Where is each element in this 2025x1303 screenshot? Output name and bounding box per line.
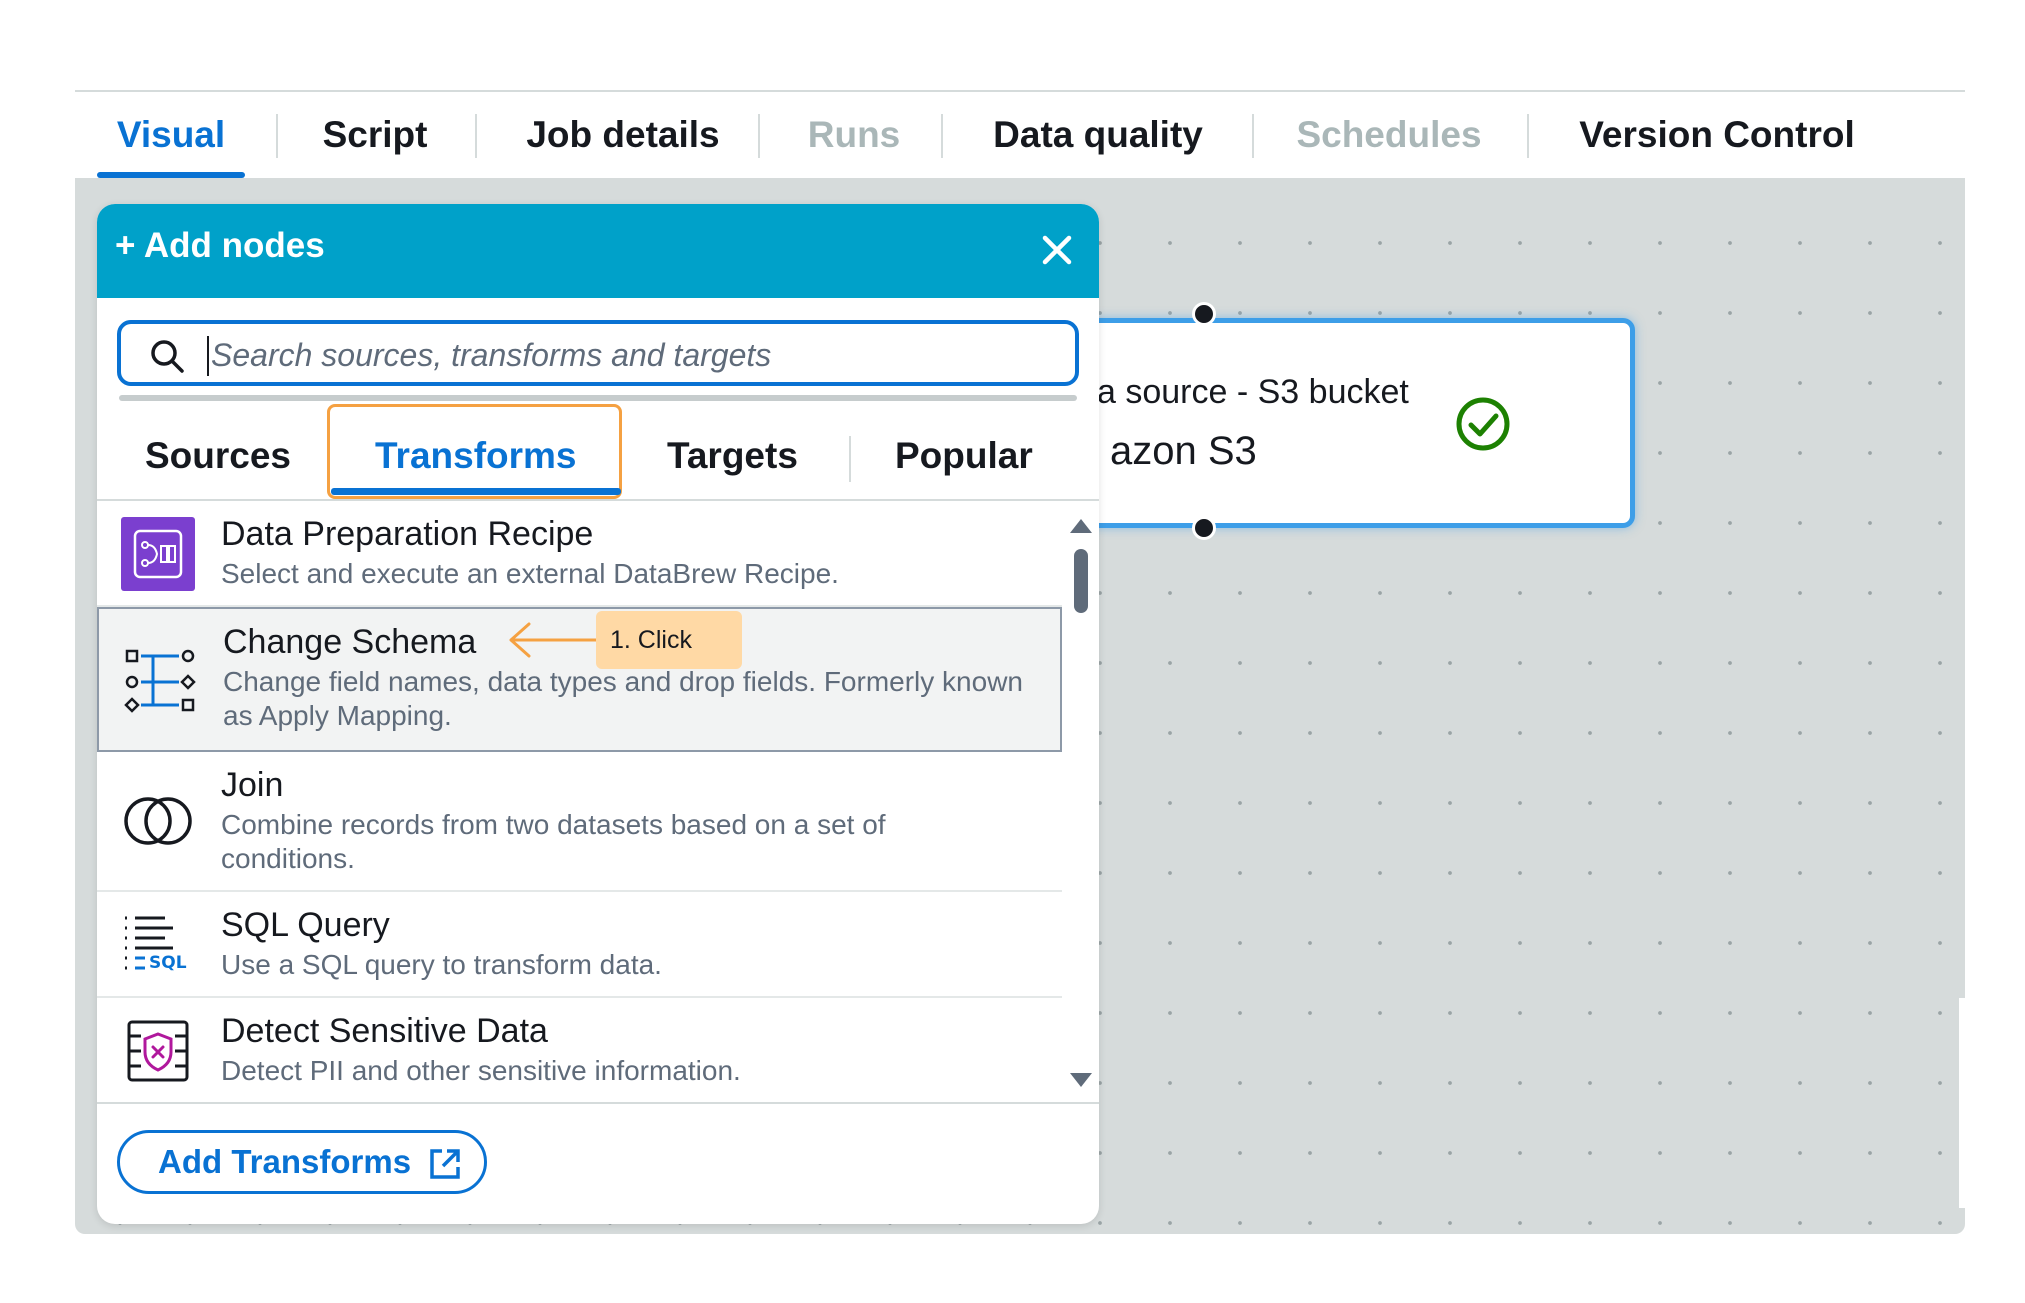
join-icon — [124, 797, 192, 845]
active-tab-indicator — [331, 488, 621, 495]
annotation-arrow-icon — [509, 622, 602, 658]
external-link-icon — [430, 1149, 460, 1179]
item-description: Detect PII and other sensitive informati… — [221, 1055, 741, 1086]
databrew-recipe-icon — [121, 517, 195, 591]
list-item[interactable]: Join Combine records from two datasets b… — [97, 752, 1062, 892]
tab-runs: Runs — [807, 114, 901, 155]
item-title: SQL Query — [221, 906, 390, 944]
s3-source-node[interactable]: a source - S3 bucket azon S3 — [1035, 318, 1635, 528]
list-item[interactable]: SQL SQL Query Use a SQL query to transfo… — [97, 892, 1062, 998]
annotation-label: 1. Click — [596, 611, 742, 669]
detect-sensitive-data-icon — [127, 1020, 189, 1082]
add-nodes-panel: + Add nodes Sources Transforms Targets P… — [97, 204, 1099, 1224]
scroll-up-arrow-icon[interactable] — [1070, 519, 1092, 533]
node-title: azon S3 — [1110, 429, 1257, 473]
item-title: Change Schema — [223, 623, 477, 661]
change-schema-icon — [124, 649, 196, 713]
search-icon — [151, 340, 184, 373]
scroll-down-arrow-icon[interactable] — [1070, 1073, 1092, 1087]
panel-header: + Add nodes — [97, 204, 1099, 298]
tab-version-control[interactable]: Version Control — [1549, 92, 1885, 178]
item-title: Data Preparation Recipe — [221, 515, 594, 553]
tab-data-quality[interactable]: Data quality — [965, 92, 1231, 178]
search-field[interactable] — [117, 320, 1079, 386]
list-item[interactable]: Data Preparation Recipe Select and execu… — [97, 501, 1062, 607]
tab-separator — [1527, 114, 1529, 158]
job-editor-tabs: Visual Script Job details Runs Data qual… — [75, 92, 1965, 178]
tab-job-details[interactable]: Job details — [499, 92, 747, 178]
tab-separator — [475, 114, 477, 158]
node-input-port[interactable] — [1192, 302, 1216, 326]
node-output-port[interactable] — [1192, 516, 1216, 540]
node-type-label: a source - S3 bucket — [1097, 373, 1409, 411]
sql-query-icon: SQL — [125, 916, 187, 973]
add-transforms-button[interactable]: Add Transforms — [117, 1130, 487, 1194]
tab-separator — [941, 114, 943, 158]
search-underline — [119, 395, 1077, 401]
check-circle-icon — [1456, 397, 1510, 451]
item-description: Combine records from two datasets based … — [221, 809, 886, 874]
tab-separator — [276, 114, 278, 158]
item-title: Join — [221, 766, 284, 804]
add-transforms-label: Add Transforms — [158, 1143, 412, 1180]
tab-visual[interactable]: Visual — [95, 92, 247, 178]
tab-separator — [849, 436, 851, 482]
canvas-scrollbar[interactable] — [1959, 998, 1965, 1208]
scroll-thumb[interactable] — [1074, 549, 1088, 613]
item-description: Select and execute an external DataBrew … — [221, 558, 839, 589]
tab-popular[interactable]: Popular — [895, 426, 1033, 486]
tab-separator — [1252, 114, 1254, 158]
tab-sources[interactable]: Sources — [145, 426, 291, 486]
list-bottom-divider — [97, 1102, 1099, 1104]
svg-text:SQL: SQL — [149, 953, 187, 973]
panel-title: + Add nodes — [115, 226, 325, 265]
list-item[interactable]: Detect Sensitive Data Detect PII and oth… — [97, 998, 1062, 1101]
tab-schedules: Schedules — [1296, 114, 1482, 155]
tab-script[interactable]: Script — [300, 92, 450, 178]
list-scrollbar[interactable] — [1063, 501, 1099, 1101]
item-description: Change field names, data types and drop … — [223, 666, 1023, 731]
tab-targets[interactable]: Targets — [667, 426, 798, 486]
tab-separator — [758, 114, 760, 158]
item-title: Detect Sensitive Data — [221, 1012, 548, 1050]
tab-transforms[interactable]: Transforms — [375, 426, 577, 486]
close-icon[interactable] — [1037, 230, 1077, 270]
search-input[interactable] — [209, 330, 1063, 380]
transforms-list: Data Preparation Recipe Select and execu… — [97, 501, 1062, 1101]
item-description: Use a SQL query to transform data. — [221, 949, 662, 980]
